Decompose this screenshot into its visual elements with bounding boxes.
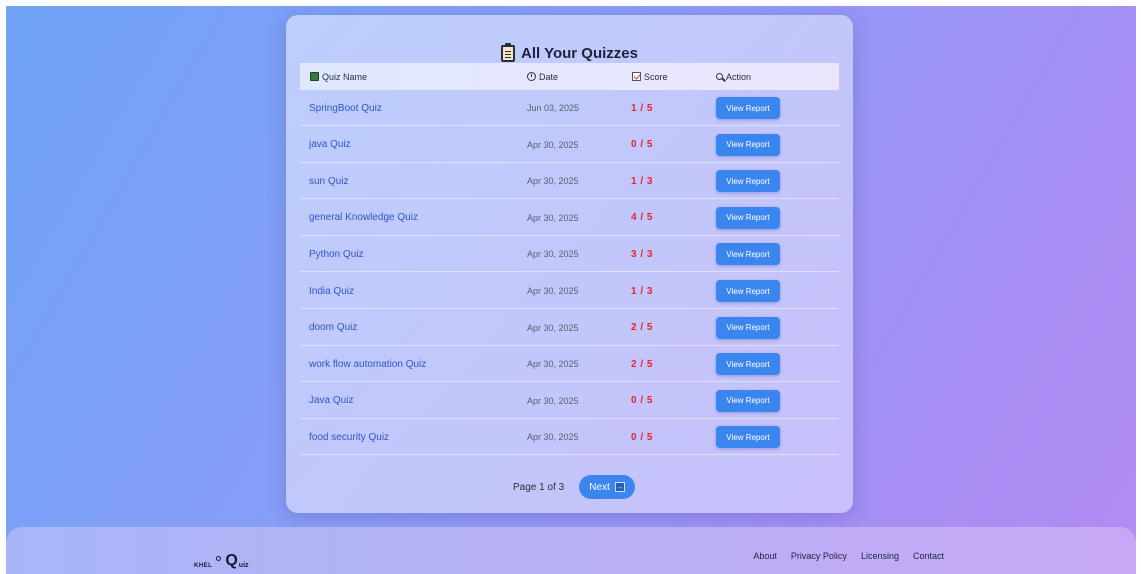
footer-links: About Privacy Policy Licensing Contact	[753, 551, 944, 561]
view-report-button[interactable]: View Report	[716, 316, 780, 339]
clipboard-icon	[501, 43, 516, 62]
page-title: All Your Quizzes	[286, 43, 853, 62]
page-info: Page 1 of 3	[513, 481, 565, 493]
header-date: Date	[527, 63, 558, 90]
quiz-date: Apr 30, 2025	[527, 395, 579, 406]
quiz-name-link[interactable]: SpringBoot Quiz	[309, 90, 382, 126]
next-button[interactable]: Next →	[579, 475, 635, 499]
view-report-button[interactable]: View Report	[716, 97, 780, 119]
quiz-score: 3 / 3	[631, 248, 653, 260]
quiz-date: Apr 30, 2025	[527, 432, 579, 443]
quiz-date: Apr 30, 2025	[527, 176, 579, 187]
quiz-score: 0 / 5	[631, 139, 653, 151]
quiz-date: Apr 30, 2025	[527, 249, 579, 260]
header-score: Score	[632, 63, 668, 90]
quiz-score: 1 / 5	[631, 102, 653, 114]
table-row: Python Quiz Apr 30, 2025 3 / 3 View Report	[300, 236, 839, 273]
quiz-date: Apr 30, 2025	[527, 359, 579, 370]
quiz-score: 4 / 5	[631, 212, 653, 224]
header-quiz-name: Quiz Name	[310, 63, 367, 90]
header-action: Action	[716, 63, 751, 90]
view-report-button[interactable]: View Report	[716, 170, 780, 193]
view-report-button[interactable]: View Report	[716, 206, 780, 229]
quiz-date: Apr 30, 2025	[527, 139, 579, 150]
footer-link-contact[interactable]: Contact	[913, 551, 944, 561]
table-row: java Quiz Apr 30, 2025 0 / 5 View Report	[300, 127, 839, 163]
footer-link-licensing[interactable]: Licensing	[861, 551, 899, 561]
view-report-button[interactable]: View Report	[716, 389, 780, 412]
khel-quiz-logo[interactable]: KHEL Q uiz	[194, 549, 249, 570]
table-header: Quiz Name Date Score Action	[300, 63, 839, 90]
quiz-score: 2 / 5	[631, 322, 653, 334]
logo-dot-icon	[216, 556, 222, 561]
magnifier-icon	[716, 73, 723, 80]
logo-text-uiz: uiz	[238, 562, 249, 569]
quiz-score: 0 / 5	[631, 395, 653, 407]
table-row: work flow automation Quiz Apr 30, 2025 2 /…	[300, 346, 839, 383]
view-report-button[interactable]: View Report	[716, 133, 780, 156]
quiz-name-link[interactable]: java Quiz	[309, 127, 351, 163]
view-report-button[interactable]: View Report	[716, 353, 780, 376]
checkbox-icon	[632, 72, 641, 81]
quiz-name-link[interactable]: doom Quiz	[309, 310, 357, 346]
clock-icon	[527, 72, 536, 81]
page-title-text: All Your Quizzes	[521, 45, 638, 62]
table-row: SpringBoot Quiz Jun 03, 2025 1 / 5 View Rep…	[300, 90, 839, 126]
quiz-date: Apr 30, 2025	[527, 286, 579, 296]
pagination: Page 1 of 3 Next →	[286, 475, 853, 499]
footer: KHEL Q uiz About Privacy Policy Licensin…	[6, 527, 1136, 574]
quiz-score: 2 / 5	[631, 358, 653, 370]
quiz-name-link[interactable]: food security Quiz	[309, 419, 389, 455]
logo-text-khel: KHEL	[194, 563, 213, 569]
quiz-name-link[interactable]: sun Quiz	[309, 163, 348, 199]
quiz-name-link[interactable]: Java Quiz	[309, 383, 353, 419]
quizzes-card: All Your Quizzes Quiz Name Date Score Ac…	[286, 15, 853, 513]
book-icon	[310, 72, 319, 81]
quiz-date: Jun 03, 2025	[527, 103, 580, 113]
table-row: doom Quiz Apr 30, 2025 2 / 5 View Report	[300, 310, 839, 346]
quiz-score: 1 / 3	[631, 175, 653, 187]
quiz-date: Apr 30, 2025	[527, 212, 579, 223]
quiz-name-link[interactable]: general Knowledge Quiz	[309, 200, 418, 236]
table-row: India Quiz Apr 30, 2025 1 / 3 View Report	[300, 273, 839, 309]
logo-text-q: Q	[225, 552, 238, 569]
view-report-button[interactable]: View Report	[716, 243, 780, 266]
table-row: Java Quiz Apr 30, 2025 0 / 5 View Report	[300, 383, 839, 419]
table-row: food security Quiz Apr 30, 2025 0 / 5 View …	[300, 419, 839, 456]
quiz-name-link[interactable]: work flow automation Quiz	[309, 346, 426, 382]
table-row: sun Quiz Apr 30, 2025 1 / 3 View Report	[300, 163, 839, 200]
quiz-name-link[interactable]: Python Quiz	[309, 236, 363, 272]
view-report-button[interactable]: View Report	[716, 426, 780, 449]
arrow-right-icon: →	[614, 482, 625, 492]
quiz-score: 1 / 3	[631, 285, 653, 297]
table-row: general Knowledge Quiz Apr 30, 2025 4 / 5 V…	[300, 200, 839, 236]
footer-link-about[interactable]: About	[753, 551, 777, 561]
view-report-button[interactable]: View Report	[716, 280, 780, 302]
footer-link-privacy-policy[interactable]: Privacy Policy	[791, 551, 847, 561]
quiz-score: 0 / 5	[631, 431, 653, 443]
next-button-label: Next	[589, 481, 610, 493]
quiz-name-link[interactable]: India Quiz	[309, 273, 354, 309]
quiz-date: Apr 30, 2025	[527, 322, 579, 333]
